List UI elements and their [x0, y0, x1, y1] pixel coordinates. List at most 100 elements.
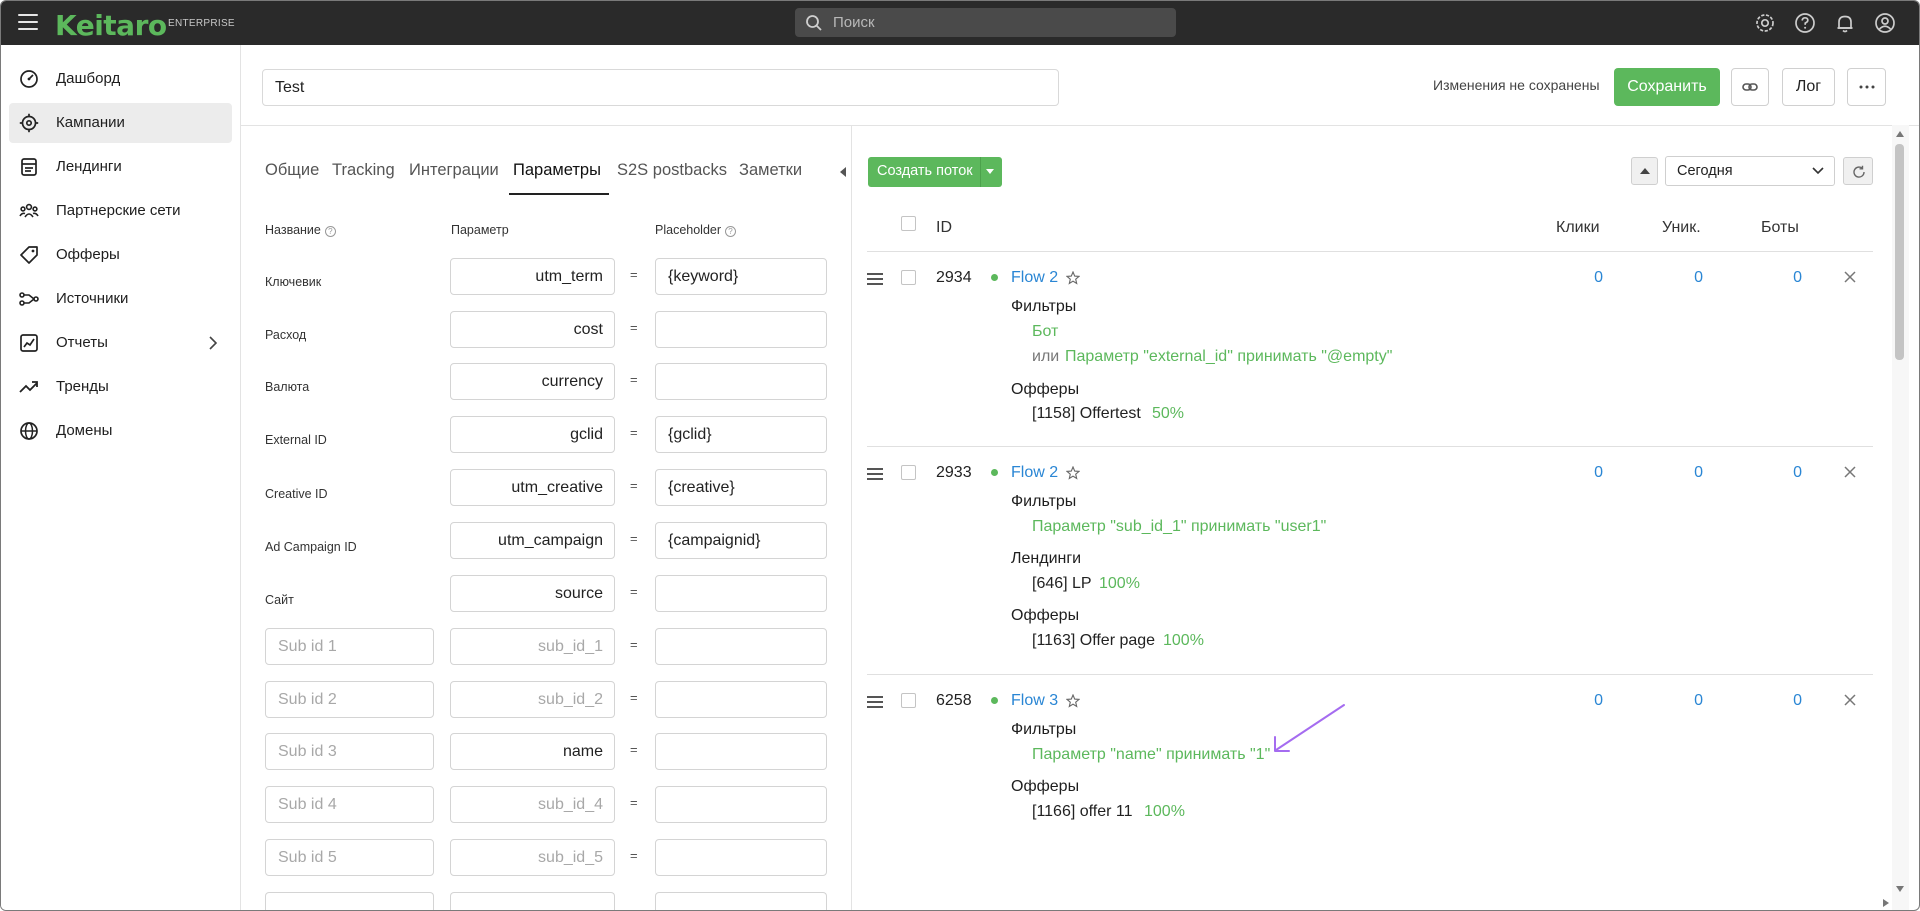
refresh-button[interactable] — [1843, 157, 1873, 185]
sidebar-item-affiliate-networks[interactable]: Партнерские сети — [9, 191, 232, 231]
subid-name-input-1[interactable] — [265, 628, 434, 665]
flow-bots[interactable]: 0 — [1762, 269, 1802, 287]
flow-clicks[interactable]: 0 — [1563, 464, 1603, 482]
flow-bots[interactable]: 0 — [1762, 464, 1802, 482]
more-button[interactable] — [1847, 68, 1886, 106]
save-button[interactable]: Сохранить — [1614, 68, 1720, 106]
subid-placeholder-input-5[interactable] — [655, 839, 827, 876]
flow-unique[interactable]: 0 — [1663, 692, 1703, 710]
select-all-checkbox[interactable] — [901, 216, 916, 231]
subid-param-input-5[interactable] — [450, 839, 615, 876]
sidebar-item-landings[interactable]: Лендинги — [9, 147, 232, 187]
filter-item[interactable]: Бот — [1032, 323, 1058, 341]
sidebar-item-domains[interactable]: Домены — [9, 411, 232, 451]
collapse-button[interactable] — [1631, 157, 1658, 185]
clicks-column-header[interactable]: Клики — [1556, 219, 1600, 237]
drag-handle-icon[interactable] — [867, 696, 883, 708]
help-icon[interactable] — [1794, 12, 1816, 34]
placeholder-input-creative-id[interactable] — [655, 469, 827, 506]
subid-param-input-4[interactable] — [450, 786, 615, 823]
account-icon[interactable] — [1874, 12, 1896, 34]
subid-name-input-6[interactable] — [265, 892, 434, 910]
sidebar-item-trends[interactable]: Тренды — [9, 367, 232, 407]
flow-bots[interactable]: 0 — [1762, 692, 1802, 710]
tab-general[interactable]: Общие — [265, 161, 319, 180]
unique-column-header[interactable]: Уник. — [1662, 219, 1701, 237]
param-input-currency[interactable] — [450, 363, 615, 400]
row-checkbox[interactable] — [901, 693, 916, 708]
filter-item[interactable]: Параметр "external_id" принимать "@empty… — [1065, 348, 1392, 366]
filter-item[interactable]: Параметр "name" принимать "1" — [1032, 746, 1270, 764]
flow-unique[interactable]: 0 — [1663, 464, 1703, 482]
offer-item[interactable]: [1166] offer 11 — [1032, 803, 1133, 821]
log-button[interactable]: Лог — [1782, 68, 1835, 106]
scrollbar-thumb[interactable] — [1895, 144, 1904, 360]
menu-icon[interactable] — [18, 14, 38, 30]
sidebar-item-offers[interactable]: Офферы — [9, 235, 232, 275]
subid-placeholder-input-1[interactable] — [655, 628, 827, 665]
flow-name-link[interactable]: Flow 2 — [1011, 269, 1058, 287]
scroll-right-icon[interactable] — [1883, 899, 1889, 907]
row-checkbox[interactable] — [901, 270, 916, 285]
subid-placeholder-input-6[interactable] — [655, 892, 827, 910]
info-icon[interactable]: ? — [324, 226, 336, 237]
info-icon[interactable]: ? — [725, 226, 737, 237]
subid-name-input-3[interactable] — [265, 733, 434, 770]
drag-handle-icon[interactable] — [867, 273, 883, 285]
param-input-cost[interactable] — [450, 311, 615, 348]
placeholder-input-keyword[interactable] — [655, 258, 827, 295]
subid-param-input-6[interactable] — [450, 892, 615, 910]
placeholder-input-cost[interactable] — [655, 311, 827, 348]
offer-item[interactable]: [1158] Offertest — [1032, 405, 1141, 423]
flow-name-link[interactable]: Flow 3 — [1011, 692, 1058, 710]
subid-name-input-2[interactable] — [265, 681, 434, 718]
tab-parameters[interactable]: Параметры — [513, 161, 601, 180]
close-icon[interactable] — [1844, 694, 1856, 706]
star-icon[interactable] — [1066, 466, 1080, 480]
sidebar-item-reports[interactable]: Отчеты — [9, 323, 232, 363]
placeholder-input-currency[interactable] — [655, 363, 827, 400]
sidebar-item-dashboard[interactable]: Дашборд — [9, 59, 232, 99]
param-input-external-id[interactable] — [450, 416, 615, 453]
scroll-up-icon[interactable] — [1896, 131, 1904, 137]
star-icon[interactable] — [1066, 271, 1080, 285]
subid-param-input-3[interactable] — [450, 733, 615, 770]
drag-handle-icon[interactable] — [867, 468, 883, 480]
offer-item[interactable]: [1163] Offer page — [1032, 632, 1155, 650]
search-box[interactable] — [795, 8, 1176, 37]
tab-integrations[interactable]: Интеграции — [409, 161, 499, 180]
param-input-creative-id[interactable] — [450, 469, 615, 506]
flow-unique[interactable]: 0 — [1663, 269, 1703, 287]
placeholder-input-ad-campaign-id[interactable] — [655, 522, 827, 559]
tabs-scroll-left-icon[interactable] — [839, 167, 847, 177]
flow-clicks[interactable]: 0 — [1563, 692, 1603, 710]
param-input-keyword[interactable] — [450, 258, 615, 295]
flow-clicks[interactable]: 0 — [1563, 269, 1603, 287]
flow-name-link[interactable]: Flow 2 — [1011, 464, 1058, 482]
landing-item[interactable]: [646] LP — [1032, 575, 1092, 593]
subid-param-input-1[interactable] — [450, 628, 615, 665]
subid-placeholder-input-3[interactable] — [655, 733, 827, 770]
filter-item[interactable]: Параметр "sub_id_1" принимать "user1" — [1032, 518, 1326, 536]
search-input[interactable] — [833, 8, 1163, 37]
notifications-icon[interactable] — [1834, 12, 1856, 34]
sidebar-item-campaigns[interactable]: Кампании — [9, 103, 232, 143]
subid-name-input-4[interactable] — [265, 786, 434, 823]
sidebar-item-sources[interactable]: Источники — [9, 279, 232, 319]
subid-placeholder-input-4[interactable] — [655, 786, 827, 823]
date-range-select[interactable]: Сегодня — [1665, 156, 1835, 186]
row-checkbox[interactable] — [901, 465, 916, 480]
close-icon[interactable] — [1844, 271, 1856, 283]
tab-s2s-postbacks[interactable]: S2S postbacks — [617, 161, 727, 180]
bots-column-header[interactable]: Боты — [1761, 219, 1799, 237]
subid-param-input-2[interactable] — [450, 681, 615, 718]
placeholder-input-site[interactable] — [655, 575, 827, 612]
placeholder-input-external-id[interactable] — [655, 416, 827, 453]
settings-icon[interactable] — [1754, 12, 1776, 34]
tab-notes[interactable]: Заметки — [739, 161, 802, 180]
create-flow-button[interactable]: Создать поток — [868, 157, 1002, 187]
close-icon[interactable] — [1844, 466, 1856, 478]
subid-name-input-5[interactable] — [265, 839, 434, 876]
scroll-down-icon[interactable] — [1896, 886, 1904, 892]
link-button[interactable] — [1731, 68, 1769, 106]
